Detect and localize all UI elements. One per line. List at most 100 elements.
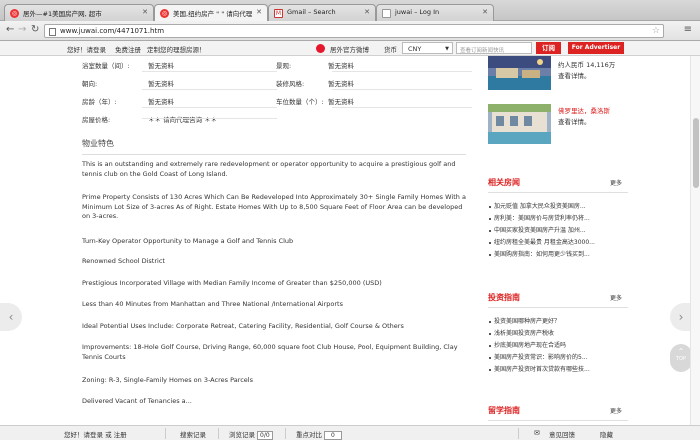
divider: [142, 118, 277, 119]
page-content: ‹ 浴室数量（间）: 暂无资料 景观: 暂无资料 朝向: 暂无资料 装修风格: …: [0, 56, 700, 425]
listing-price: 约人民币 14,116万: [558, 61, 616, 69]
investment-guide-heading: 投资指南: [488, 293, 520, 302]
currency-label: 货币: [384, 46, 397, 54]
menu-icon[interactable]: ≡: [684, 25, 692, 35]
divider: [165, 428, 166, 439]
vertical-scrollbar[interactable]: [690, 56, 700, 425]
list-item[interactable]: 投资美国哪种房产更好？: [488, 316, 628, 328]
back-to-top-button[interactable]: ⌃ TOP: [670, 344, 692, 372]
list-item[interactable]: 美国房产投资时首次贷款有哪些技...: [488, 364, 628, 376]
juwai-favicon-icon: ◎: [160, 9, 169, 18]
listing-thumbnail[interactable]: [488, 104, 551, 144]
property-details-table: 浴室数量（间）: 暂无资料 景观: 暂无资料 朝向: 暂无资料 装修风格: 暂无…: [82, 56, 472, 128]
detail-label: 浴室数量（间）:: [82, 62, 130, 70]
search-history-link[interactable]: 搜索记录: [180, 429, 206, 439]
star-icon[interactable]: ☆: [652, 26, 660, 36]
listing-title[interactable]: 佛罗里达，桑洛斯: [558, 105, 610, 115]
price-value: ＊＊ 请向代理咨询 ＊＊: [148, 116, 218, 124]
tab-label: 居外—#1美国房产网, 超市: [23, 10, 102, 18]
divider: [332, 107, 472, 108]
compare-label: 重点对比: [296, 431, 322, 439]
currency-select[interactable]: CNY ▼: [402, 42, 453, 54]
top-label: TOP: [675, 356, 686, 362]
more-link[interactable]: 更多: [610, 406, 622, 415]
divider: [218, 428, 219, 439]
listing-details-link[interactable]: 查看详情。: [558, 70, 591, 80]
tab-juwai-home[interactable]: ◎ 居外—#1美国房产网, 超市 ✕: [4, 4, 154, 21]
hide-button[interactable]: 隐藏: [600, 429, 613, 439]
divider: [488, 307, 628, 308]
feature-paragraph: Less than 40 Minutes from Manhattan and …: [82, 300, 343, 308]
prev-arrow-icon[interactable]: ‹: [0, 303, 22, 331]
feature-paragraph: Improvements: 18-Hole Golf Course, Drivi…: [82, 343, 458, 361]
subscribe-button[interactable]: 订阅: [536, 42, 561, 54]
scrollbar-thumb[interactable]: [693, 118, 699, 188]
related-news-list: 加元贬值 加拿大民众投资美国房... 房利美：美国房价与房贷利率仍将... 中国…: [488, 201, 628, 261]
login-link[interactable]: 您好！请登录: [67, 44, 106, 54]
advertiser-button[interactable]: For Advertiser: [568, 42, 624, 54]
weibo-link[interactable]: 居外官方微博: [330, 44, 369, 54]
back-arrow-icon[interactable]: ←: [6, 25, 14, 35]
address-bar[interactable]: www.juwai.com/4471071.htm ☆: [44, 24, 664, 38]
feedback-icon: ✉: [534, 429, 540, 437]
forward-arrow-icon[interactable]: →: [18, 25, 26, 35]
tab-property[interactable]: ◎ 美国,纽约房产 " " 请向代理 ✕: [154, 4, 268, 22]
list-item[interactable]: 中国买家投资美国房产升温 加州...: [488, 225, 628, 237]
feature-paragraph: Prestigious Incorporated Village with Me…: [82, 279, 382, 287]
custom-listing-link[interactable]: 定制您的理想房源！: [147, 44, 206, 54]
feedback-link[interactable]: 意见回馈: [549, 429, 575, 439]
chevron-down-icon: ▼: [445, 46, 449, 52]
tab-gmail[interactable]: M Gmail – Search ✕: [268, 4, 376, 21]
feature-paragraph: Zoning: R-3, Single-Family Homes on 3-Ac…: [82, 376, 253, 384]
browse-count: 0/0: [257, 431, 273, 440]
url-text[interactable]: www.juwai.com/4471071.htm: [60, 27, 164, 35]
list-item[interactable]: 加元贬值 加拿大民众投资美国房...: [488, 201, 628, 213]
divider: [332, 71, 472, 72]
features-heading: 物业特色: [82, 139, 114, 148]
list-item[interactable]: 纽约房租全美最贵 月租金高达3000...: [488, 237, 628, 249]
tab-label: Gmail – Search: [287, 8, 336, 16]
feature-paragraph: Renowned School District: [82, 257, 165, 265]
reload-icon[interactable]: ↻: [31, 25, 39, 35]
juwai-favicon-icon: ◎: [10, 9, 19, 18]
login-register-link[interactable]: 您好！请登录 或 注册: [64, 429, 127, 439]
close-icon[interactable]: ✕: [482, 8, 488, 16]
divider: [285, 428, 286, 439]
detail-label: 房龄（年）:: [82, 98, 117, 106]
list-item[interactable]: 房利美：美国房价与房贷利率仍将...: [488, 213, 628, 225]
list-item[interactable]: 浅析美国投资房产税收: [488, 328, 628, 340]
more-link[interactable]: 更多: [610, 178, 622, 187]
table-row: 房屋价格: ＊＊ 请向代理咨询 ＊＊: [82, 110, 472, 128]
tab-juwai-login[interactable]: juwai – Log In ✕: [376, 4, 494, 21]
weibo-icon[interactable]: [316, 44, 325, 53]
compare-link[interactable]: 重点对比 0: [296, 429, 342, 440]
next-arrow-icon[interactable]: ›: [670, 303, 692, 331]
page-icon: [49, 28, 56, 36]
list-item[interactable]: 美国房产投资常识：影响房价的5...: [488, 352, 628, 364]
browse-history-link[interactable]: 浏览记录 0/0: [229, 429, 273, 440]
site-bottom-bar: 您好！请登录 或 注册 搜索记录 浏览记录 0/0 重点对比 0 ✉ 意见回馈 隐藏: [0, 425, 700, 440]
currency-value: CNY: [408, 45, 422, 53]
gmail-icon: M: [274, 9, 283, 18]
page-icon: [382, 9, 391, 18]
close-icon[interactable]: ✕: [142, 8, 148, 16]
feature-paragraph: Delivered Vacant of Tenancies a...: [82, 397, 192, 405]
listing-thumbnail[interactable]: [488, 56, 551, 90]
list-item[interactable]: 抄底美国房地产现在合适吗: [488, 340, 628, 352]
site-top-bar: 您好！请登录 免费注册 定制您的理想房源！ 居外官方微博 货币 CNY ▼ 查看…: [0, 41, 700, 56]
divider: [142, 71, 277, 72]
close-icon[interactable]: ✕: [256, 8, 262, 16]
feature-paragraph: Ideal Potential Uses Include: Corporate …: [82, 322, 404, 330]
detail-label: 车位数量（个）:: [276, 98, 324, 106]
close-icon[interactable]: ✕: [364, 8, 370, 16]
more-link[interactable]: 更多: [610, 293, 622, 302]
related-news-heading: 相关房闻: [488, 178, 520, 187]
listing-details-link[interactable]: 查看详情。: [558, 116, 591, 126]
feature-paragraph: This is an outstanding and extremely rar…: [82, 160, 456, 178]
browser-tab-bar: ◎ 居外—#1美国房产网, 超市 ✕ ◎ 美国,纽约房产 " " 请向代理 ✕ …: [0, 0, 700, 22]
tab-label: 美国,纽约房产 " " 请向代理: [173, 10, 253, 18]
list-item[interactable]: 美国购房指南：如何用更少钱买到...: [488, 249, 628, 261]
register-link[interactable]: 免费注册: [115, 44, 141, 54]
subscribe-email-input[interactable]: 查看订阅新闻快讯: [456, 42, 532, 54]
browser-toolbar: ← → ↻ www.juwai.com/4471071.htm ☆ ≡: [0, 21, 700, 41]
